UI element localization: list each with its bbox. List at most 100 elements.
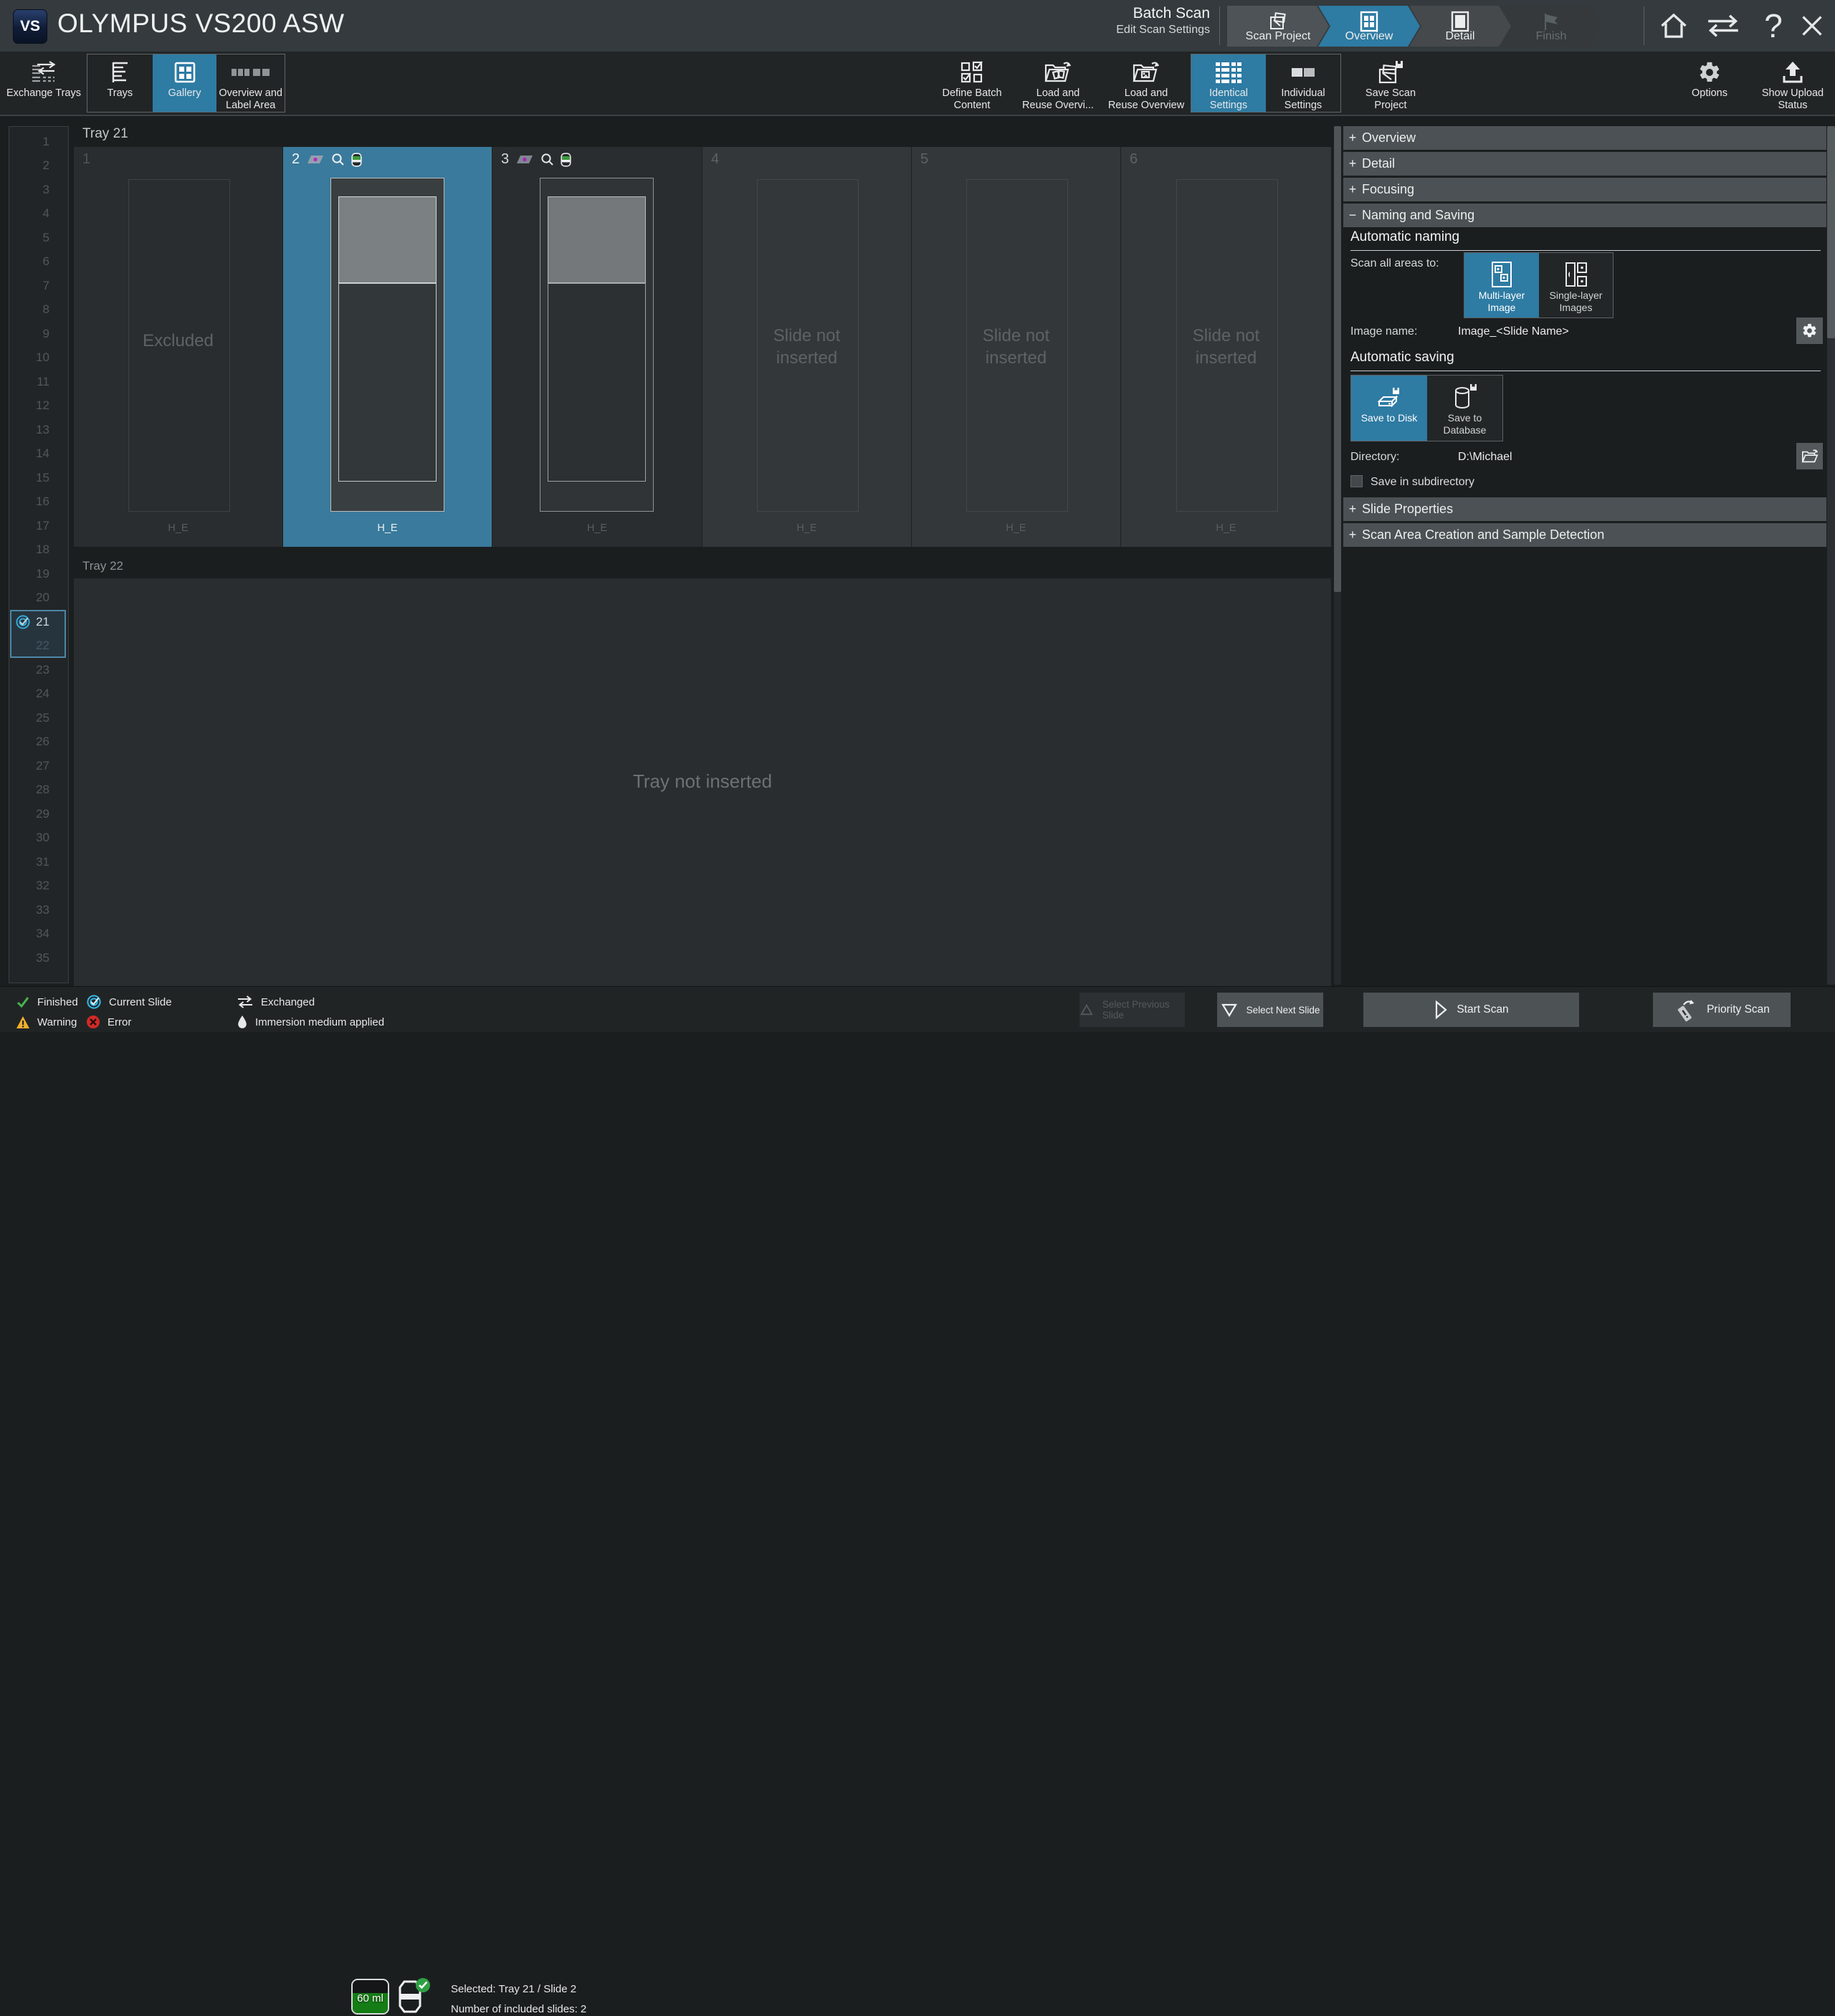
save-subdirectory-checkbox[interactable] <box>1350 475 1363 487</box>
tray-list-item-32[interactable]: 32 <box>9 874 68 899</box>
save-to-disk-button[interactable]: Save to Disk <box>1351 376 1427 441</box>
view-trays-button[interactable]: Trays <box>87 54 153 112</box>
save-to-database-button[interactable]: Save to Database <box>1427 376 1502 441</box>
panel-scrollbar-thumb[interactable] <box>1827 126 1835 338</box>
tray-list-item-19[interactable]: 19 <box>9 562 68 586</box>
single-layer-images-button[interactable]: Single-layer Images <box>1539 253 1613 317</box>
exchange-trays-button[interactable]: Exchange Trays <box>6 54 82 113</box>
image-name-label: Image name: <box>1350 325 1417 338</box>
section-overview[interactable]: + Overview <box>1343 126 1826 150</box>
tray-list-item-11[interactable]: 11 <box>9 370 68 394</box>
tray-list-item-35[interactable]: 35 <box>9 946 68 970</box>
expander-icon: + <box>1343 156 1362 171</box>
section-detail[interactable]: + Detail <box>1343 152 1826 176</box>
tray-list-item-25[interactable]: 25 <box>9 706 68 730</box>
slide-slot-3[interactable]: 3 H_E <box>492 147 702 547</box>
overview-label-area-icon <box>231 59 271 85</box>
start-scan-button[interactable]: Start Scan <box>1363 993 1579 1027</box>
tray-list-item-18[interactable]: 18 <box>9 538 68 563</box>
gallery-scrollbar-thumb[interactable] <box>1334 126 1341 592</box>
tray-list-item-1[interactable]: 1 <box>9 130 68 154</box>
slide-slot-5[interactable]: 5 Slide not inserted H_E <box>912 147 1121 547</box>
tray-list-item-2[interactable]: 2 <box>9 154 68 178</box>
tray-list-item-22[interactable]: 22 <box>9 634 68 659</box>
slide-slot-2[interactable]: 2 H_E <box>283 147 492 547</box>
expander-icon: + <box>1343 527 1362 543</box>
tray-list-item-31[interactable]: 31 <box>9 850 68 874</box>
step-scan-project[interactable]: Scan Project <box>1227 6 1329 47</box>
slide-label-area <box>548 196 646 283</box>
tray-list-item-10[interactable]: 10 <box>9 346 68 371</box>
view-overview-label-button[interactable]: Overview and Label Area <box>216 54 285 112</box>
tray-list-item-34[interactable]: 34 <box>9 922 68 947</box>
disk-drive-icon <box>1375 382 1403 412</box>
identical-settings-button[interactable]: Identical Settings <box>1191 54 1266 112</box>
tray-list-item-5[interactable]: 5 <box>9 226 68 250</box>
tray-list-item-16[interactable]: 16 <box>9 490 68 515</box>
select-next-slide-button[interactable]: Select Next Slide <box>1217 993 1323 1027</box>
tray-list-item-14[interactable]: 14 <box>9 442 68 467</box>
slide-slot-4[interactable]: 4 Slide not inserted H_E <box>702 147 912 547</box>
tray-list-item-21[interactable]: 21 <box>9 610 68 634</box>
image-name-settings-button[interactable] <box>1796 317 1823 344</box>
tray-list-item-9[interactable]: 9 <box>9 322 68 346</box>
slide-slot-6[interactable]: 6 Slide not inserted H_E <box>1121 147 1331 547</box>
individual-settings-button[interactable]: Individual Settings <box>1266 54 1340 112</box>
tray-list-item-20[interactable]: 20 <box>9 586 68 611</box>
tray-list-item-6[interactable]: 6 <box>9 250 68 274</box>
tray-list-item-3[interactable]: 3 <box>9 178 68 202</box>
magnifier-icon[interactable] <box>540 153 554 166</box>
view-gallery-button[interactable]: Gallery <box>153 54 217 112</box>
section-naming-saving[interactable]: − Naming and Saving <box>1343 204 1826 227</box>
define-batch-content-button[interactable]: Define Batch Content <box>932 54 1012 113</box>
load-reuse-overview-button[interactable]: Load and Reuse Overview <box>1102 54 1191 113</box>
folder-reuse-icon <box>1044 59 1072 85</box>
tray-list-item-13[interactable]: 13 <box>9 418 68 442</box>
button-label: Multi-layer Image <box>1479 290 1525 314</box>
help-icon[interactable]: ? <box>1758 10 1789 42</box>
tray-list-item-4[interactable]: 4 <box>9 202 68 226</box>
show-upload-status-button[interactable]: Show Upload Status <box>1750 54 1835 113</box>
section-slide-properties[interactable]: + Slide Properties <box>1343 497 1826 521</box>
priority-scan-button[interactable]: Priority Scan <box>1653 993 1791 1027</box>
slide-scan-area <box>548 283 646 482</box>
tray-list-item-28[interactable]: 28 <box>9 778 68 803</box>
immersion-level-gauge: 60 ml <box>351 1979 389 2015</box>
button-label: Save to Database <box>1444 412 1487 436</box>
gauge-value: 60 ml <box>353 1992 388 2005</box>
tray-list-item-7[interactable]: 7 <box>9 274 68 298</box>
switch-view-icon[interactable] <box>1700 10 1746 42</box>
tray-list-item-24[interactable]: 24 <box>9 682 68 707</box>
tray-list-item-26[interactable]: 26 <box>9 730 68 755</box>
multi-layer-image-button[interactable]: Multi-layer Image <box>1464 253 1539 317</box>
select-previous-slide-button[interactable]: Select Previous Slide <box>1079 993 1185 1027</box>
slide-scan-area <box>338 283 437 482</box>
tray-list-item-15[interactable]: 15 <box>9 466 68 490</box>
tray-list-item-17[interactable]: 17 <box>9 514 68 538</box>
magnifier-icon[interactable] <box>331 153 345 166</box>
options-button[interactable]: Options <box>1686 54 1733 113</box>
section-focusing[interactable]: + Focusing <box>1343 178 1826 201</box>
tray-list-item-8[interactable]: 8 <box>9 298 68 323</box>
tray-list-item-29[interactable]: 29 <box>9 802 68 826</box>
tray-list-item-27[interactable]: 27 <box>9 754 68 778</box>
expander-icon: + <box>1343 182 1362 197</box>
load-reuse-overviews-button[interactable]: Load and Reuse Overvi... <box>1014 54 1102 113</box>
mode-title: Batch Scan <box>1116 4 1210 23</box>
tray-list-item-30[interactable]: 30 <box>9 826 68 851</box>
step-finish[interactable]: Finish <box>1500 6 1602 47</box>
tray-list: 1234567891011121314151617181920212223242… <box>9 126 69 983</box>
section-scan-area-creation[interactable]: + Scan Area Creation and Sample Detectio… <box>1343 523 1826 547</box>
home-icon[interactable] <box>1654 10 1693 42</box>
tray-list-item-23[interactable]: 23 <box>9 658 68 682</box>
close-icon[interactable] <box>1795 10 1829 42</box>
tray-list-item-33[interactable]: 33 <box>9 898 68 922</box>
browse-directory-button[interactable] <box>1796 443 1823 469</box>
tray-list-item-12[interactable]: 12 <box>9 394 68 419</box>
individual-settings-icon <box>1290 59 1316 85</box>
button-label: Select Next Slide <box>1247 1005 1320 1016</box>
slide-slot-1[interactable]: 1 Excluded H_E <box>74 147 283 547</box>
save-scan-project-button[interactable]: Save Scan Project <box>1350 54 1431 113</box>
step-overview[interactable]: Overview <box>1318 6 1420 47</box>
step-detail[interactable]: Detail <box>1409 6 1511 47</box>
